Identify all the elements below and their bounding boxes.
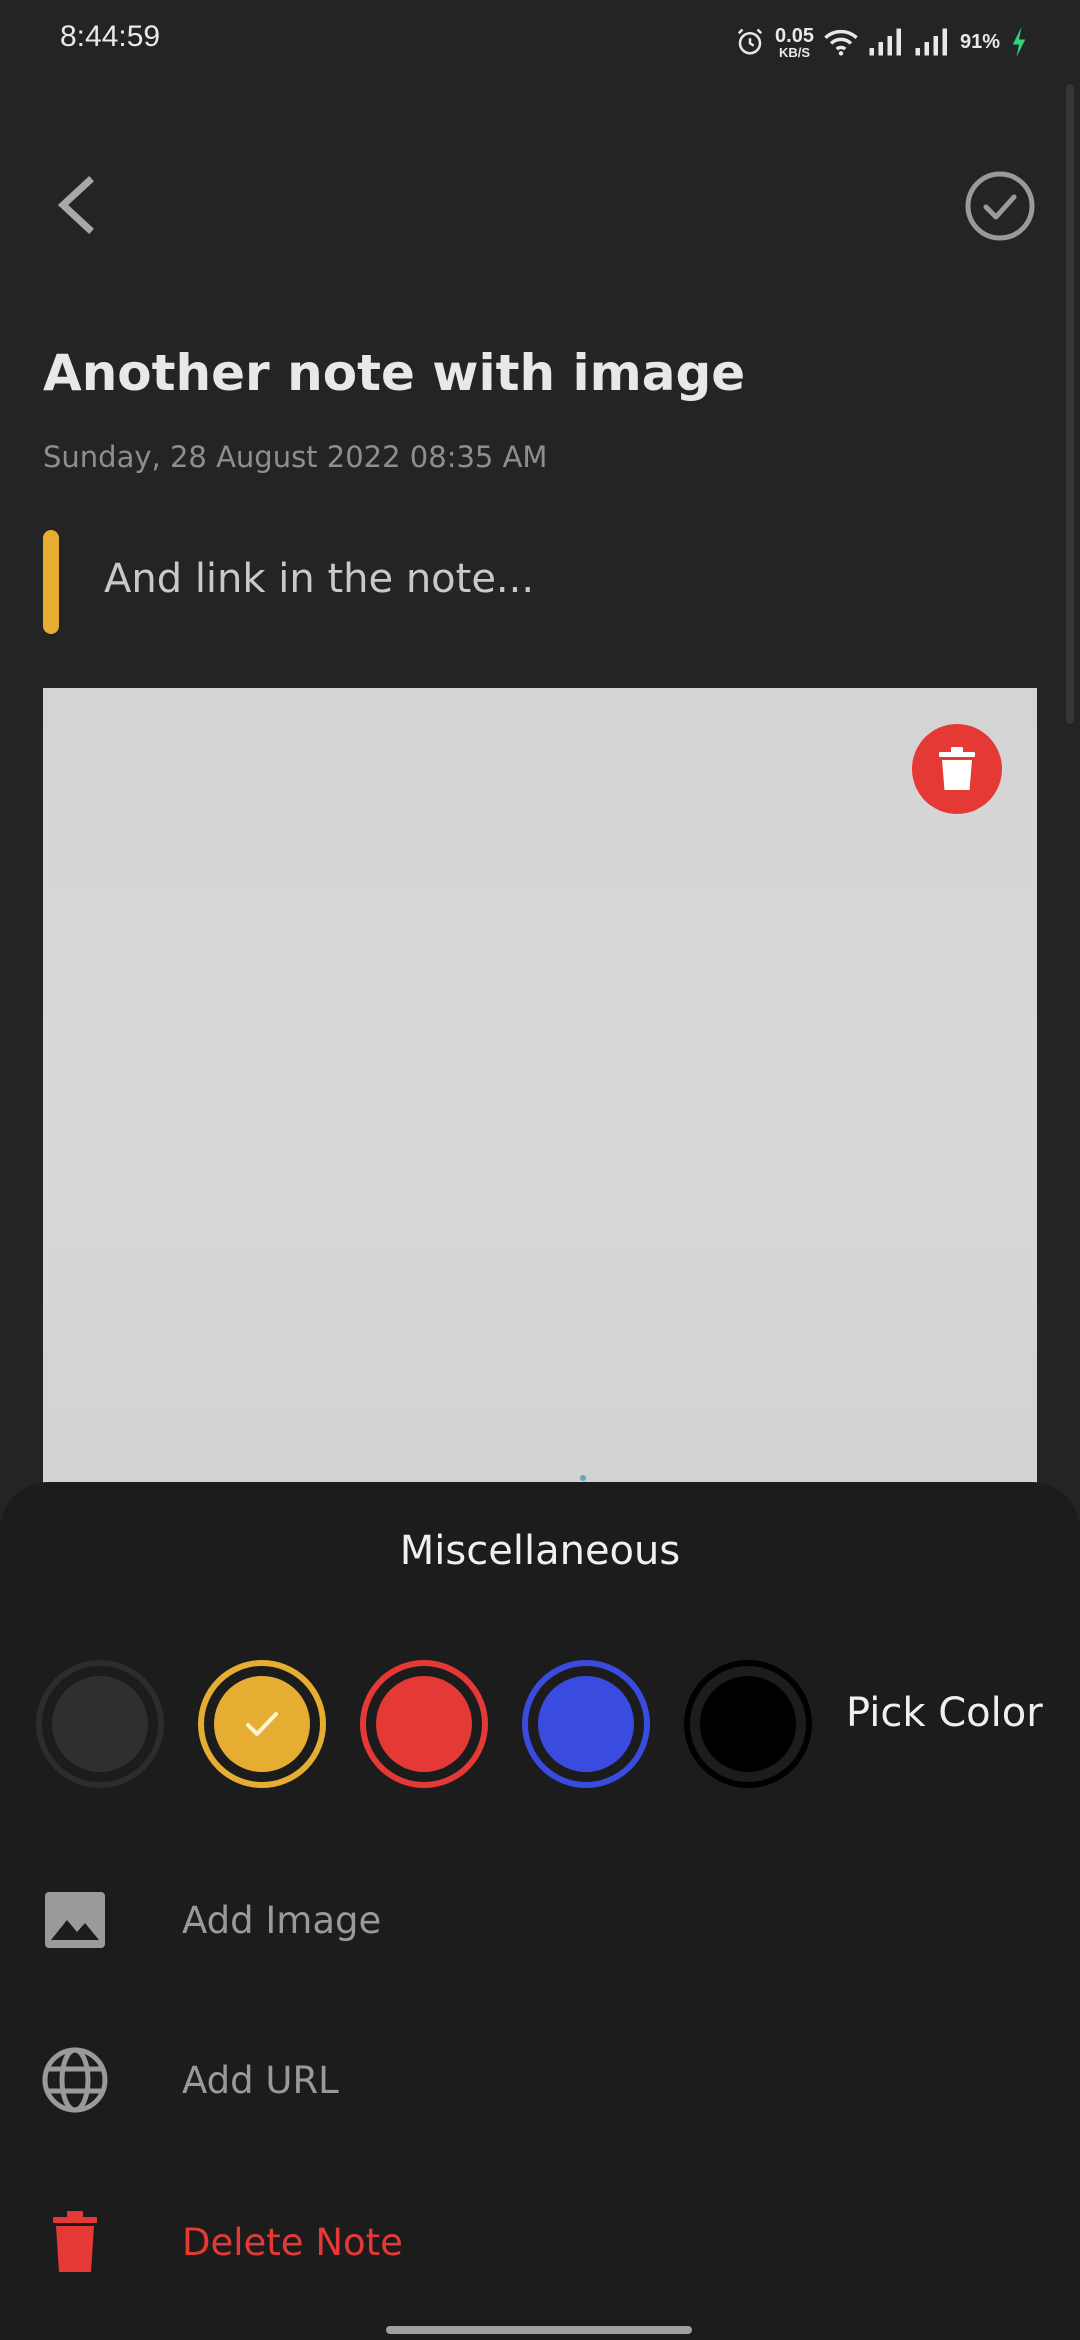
delete-note-label: Delete Note <box>182 2220 403 2264</box>
note-title-input[interactable]: Another note with image <box>43 344 745 402</box>
status-time: 8:44:59 <box>60 20 161 53</box>
color-fill <box>52 1676 148 1772</box>
globe-icon <box>40 2045 110 2115</box>
battery-level: 91% <box>959 30 1000 53</box>
color-fill <box>538 1676 634 1772</box>
note-date: Sunday, 28 August 2022 08:35 AM <box>43 440 548 474</box>
network-speed: 0.05 KB/S <box>775 26 814 59</box>
color-option-yellow[interactable] <box>198 1660 326 1788</box>
color-fill <box>376 1676 472 1772</box>
network-speed-unit: KB/S <box>778 44 811 60</box>
image-icon <box>40 1885 110 1955</box>
trash-icon <box>939 747 975 790</box>
color-picker-row: Pick Color <box>36 1660 1046 1790</box>
add-image-label: Add Image <box>182 1898 382 1942</box>
image-splash-graphic <box>513 1475 666 1488</box>
color-option-default[interactable] <box>36 1660 164 1788</box>
network-speed-value: 0.05 <box>775 24 814 47</box>
color-option-black[interactable] <box>684 1660 812 1788</box>
remove-image-button[interactable] <box>912 724 1002 814</box>
color-option-red[interactable] <box>360 1660 488 1788</box>
save-note-button[interactable] <box>964 170 1036 242</box>
check-icon <box>246 1712 278 1736</box>
back-button[interactable] <box>40 160 110 250</box>
signal-icon <box>869 28 901 56</box>
color-fill <box>214 1676 310 1772</box>
alarm-icon <box>737 28 763 55</box>
sheet-title: Miscellaneous <box>399 1528 681 1574</box>
note-color-indicator <box>43 530 59 634</box>
trash-icon <box>40 2207 110 2277</box>
check-circle-icon <box>965 171 1035 241</box>
add-url-button[interactable]: Add URL <box>40 2030 1040 2130</box>
signal-icon-2 <box>915 28 947 56</box>
add-image-button[interactable]: Add Image <box>40 1870 1040 1970</box>
status-icons: 0.05 KB/S 91% <box>735 20 1028 64</box>
pick-color-button[interactable]: Pick Color <box>846 1690 1043 1736</box>
note-image <box>43 688 1037 1488</box>
miscellaneous-bottom-sheet[interactable]: Miscellaneous Pick Color Add Image Add U… <box>0 1482 1080 2340</box>
scrollbar[interactable] <box>1066 84 1074 724</box>
color-fill <box>700 1676 796 1772</box>
chevron-left-icon <box>57 176 94 234</box>
charging-icon <box>1012 27 1026 57</box>
wifi-icon <box>824 29 858 56</box>
status-bar: 8:44:59 0.05 KB/S 91% <box>0 0 1080 84</box>
color-option-blue[interactable] <box>522 1660 650 1788</box>
delete-note-button[interactable]: Delete Note <box>40 2192 1040 2292</box>
note-subtitle-input[interactable]: And link in the note... <box>104 556 534 602</box>
home-indicator[interactable] <box>386 2326 692 2334</box>
add-url-label: Add URL <box>182 2058 339 2102</box>
